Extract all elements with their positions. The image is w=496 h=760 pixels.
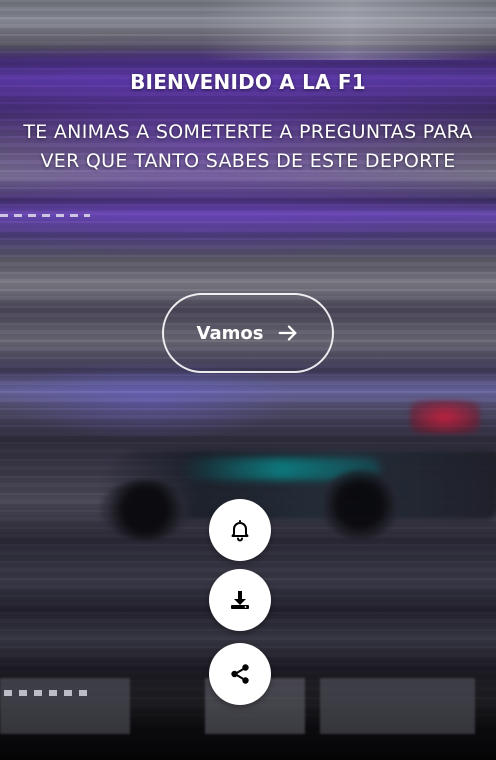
vamos-button-label: Vamos [196,322,264,344]
share-button[interactable] [209,643,271,705]
arrow-right-icon [279,325,297,341]
page-subtitle: TE ANIMAS A SOMETERTE A PREGUNTAS PARA V… [23,121,473,172]
car-rear-wheel [100,480,190,540]
car-front-wheel [320,470,400,540]
barrier-block [320,678,475,734]
download-icon [231,591,249,609]
vamos-button[interactable]: Vamos [162,293,334,373]
track-dots [4,690,94,696]
car-rear-wing [410,400,480,434]
download-button[interactable] [209,569,271,631]
notifications-button[interactable] [209,499,271,561]
barrier-block [0,678,130,734]
share-icon [231,664,249,684]
page-title: BIENVENIDO A LA F1 [130,70,366,94]
track-marking [0,214,90,217]
bell-icon [231,520,249,542]
race-car-image [60,400,496,550]
app-screen: BIENVENIDO A LA F1 TE ANIMAS A SOMETERTE… [0,0,496,760]
